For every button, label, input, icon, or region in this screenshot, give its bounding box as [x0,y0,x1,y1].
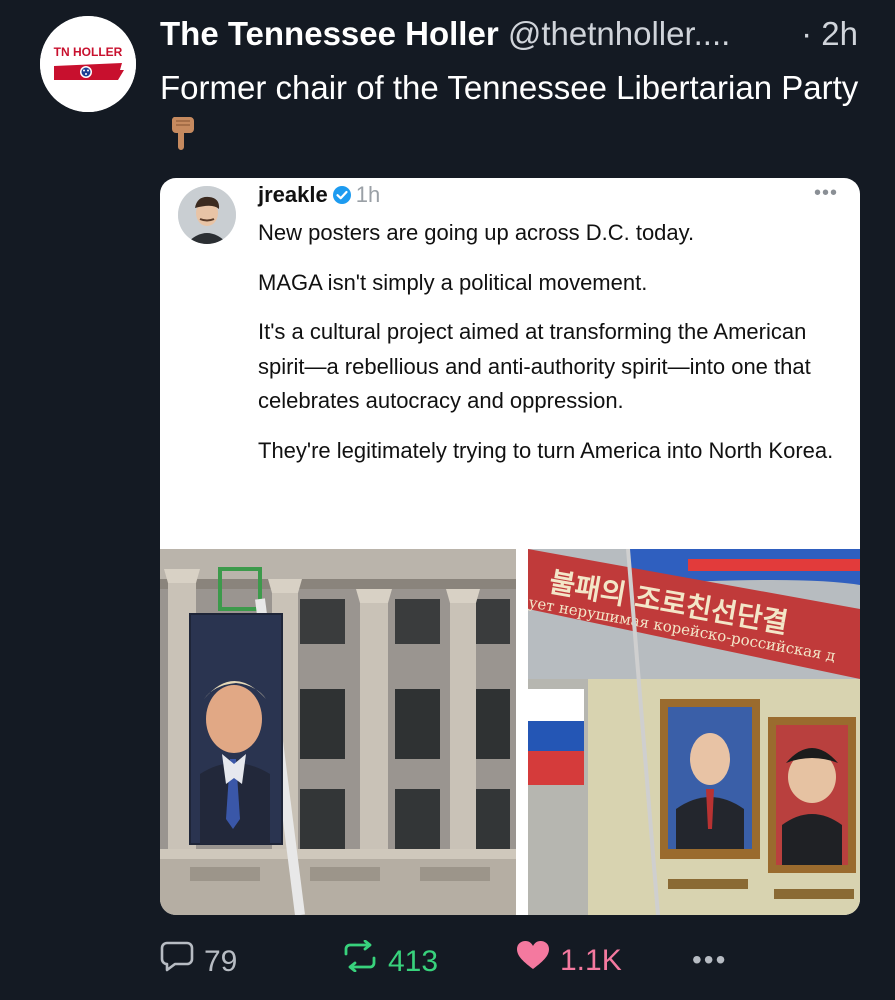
reply-button[interactable]: 79 [160,940,237,983]
quoted-paragraph: It's a cultural project aimed at transfo… [258,319,811,413]
action-bar: 79 413 1.1K ••• [160,939,860,983]
quoted-more-button[interactable]: ••• [814,182,838,205]
quoted-paragraph: MAGA isn't simply a political movement. [258,269,648,295]
quoted-user-line: jreakle 1h [258,180,380,213]
quoted-media: 불패의 조로친선단결 ует нерушимая корейско-россий… [160,549,860,915]
trump-banner-on-building-photo-icon [160,549,516,915]
quoted-user-avatar[interactable] [178,186,236,244]
quoted-username[interactable]: jreakle [258,182,328,207]
quoted-timestamp[interactable]: 1h [356,182,380,207]
display-name[interactable]: The Tennessee Holler [160,15,499,52]
backhand-index-pointing-down-icon [168,115,198,162]
verified-badge-icon [332,183,352,213]
retweet-count: 413 [388,944,439,978]
reply-icon [160,940,194,983]
like-count: 1.1K [560,943,622,977]
post-header: The Tennessee Holler @thetnholler.... · … [160,14,870,54]
more-options-button[interactable]: ••• [692,940,727,980]
retweet-button[interactable]: 413 [342,939,439,983]
timestamp[interactable]: · 2h [801,14,858,54]
user-portrait-icon [178,186,236,244]
avatar[interactable]: TN HOLLER [40,16,136,112]
reply-count: 79 [204,944,238,978]
handle[interactable]: @thetnholler.... [508,15,730,52]
trump-banner-photo[interactable] [160,549,516,915]
quoted-post-card[interactable]: jreakle 1h ••• New posters are going up a… [160,178,860,915]
quoted-paragraph: They're legitimately trying to turn Amer… [258,437,834,463]
post-text-content: Former chair of the Tennessee Libertaria… [160,69,859,106]
putin-kim-photo[interactable]: 불패의 조로친선단결 ует нерушимая корейско-россий… [528,549,860,915]
putin-kim-portraits-photo-icon: 불패의 조로친선단결 ует нерушимая корейско-россий… [528,549,860,915]
avatar-label: TN HOLLER [54,45,123,59]
quoted-paragraph: New posters are going up across D.C. tod… [258,220,695,245]
retweet-icon [342,939,378,983]
like-button[interactable]: 1.1K [516,940,622,981]
post-text: Former chair of the Tennessee Libertaria… [160,66,860,162]
heart-icon [516,940,550,981]
quoted-post-body: New posters are going up across D.C. tod… [258,216,838,483]
separator-dot: · [801,15,813,52]
tn-holler-logo-icon: TN HOLLER [40,16,136,112]
time-text: 2h [821,15,858,52]
